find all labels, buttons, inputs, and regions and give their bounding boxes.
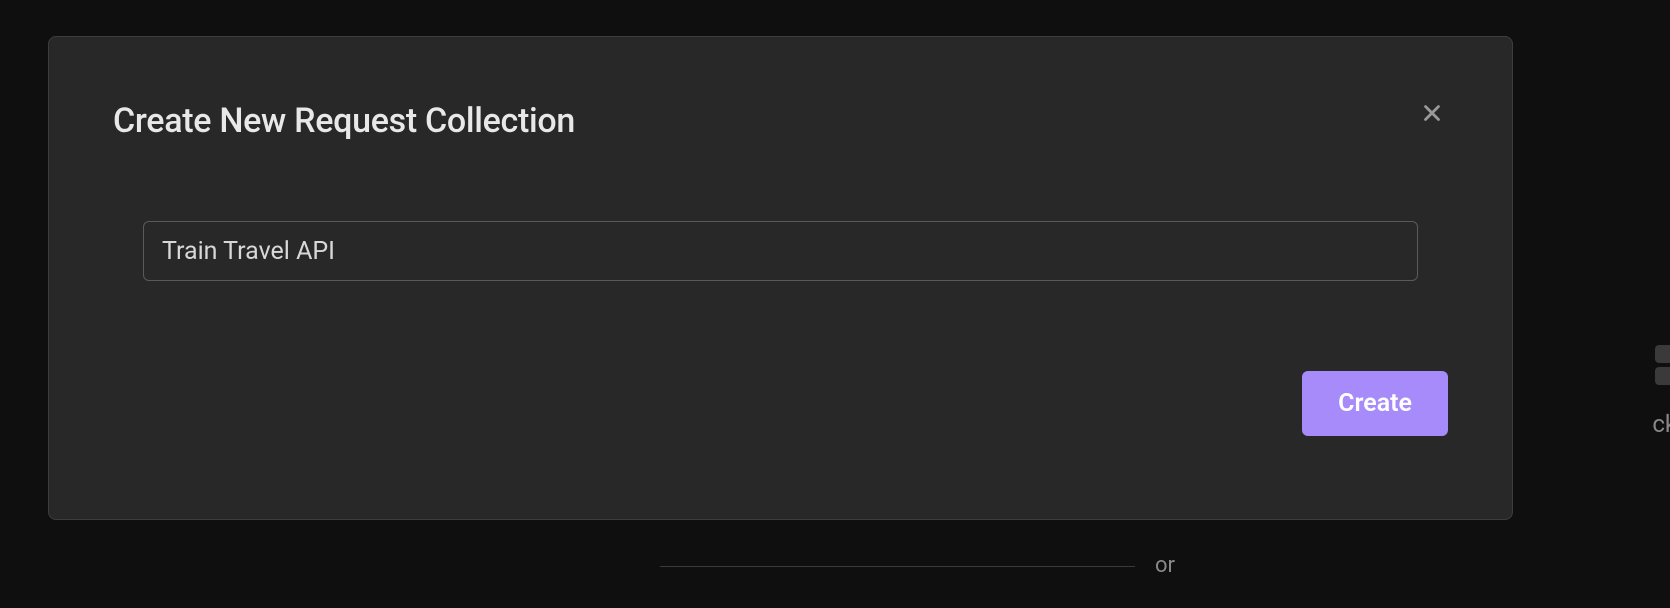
close-button[interactable] bbox=[1416, 97, 1448, 129]
background-or-text: or bbox=[1155, 553, 1175, 578]
background-toggle-group bbox=[1655, 345, 1670, 385]
create-button[interactable]: Create bbox=[1302, 371, 1448, 436]
modal-title: Create New Request Collection bbox=[113, 101, 575, 141]
collection-name-input[interactable] bbox=[143, 221, 1418, 281]
background-chip bbox=[1655, 367, 1670, 385]
close-icon bbox=[1419, 100, 1445, 126]
modal-footer: Create bbox=[113, 371, 1448, 436]
modal-header: Create New Request Collection bbox=[113, 101, 1448, 141]
background-label-fragment: ck Se bbox=[1652, 410, 1670, 438]
input-container bbox=[113, 221, 1448, 281]
create-collection-modal: Create New Request Collection Create bbox=[48, 36, 1513, 520]
background-divider bbox=[660, 566, 1135, 567]
background-chip bbox=[1655, 345, 1670, 363]
